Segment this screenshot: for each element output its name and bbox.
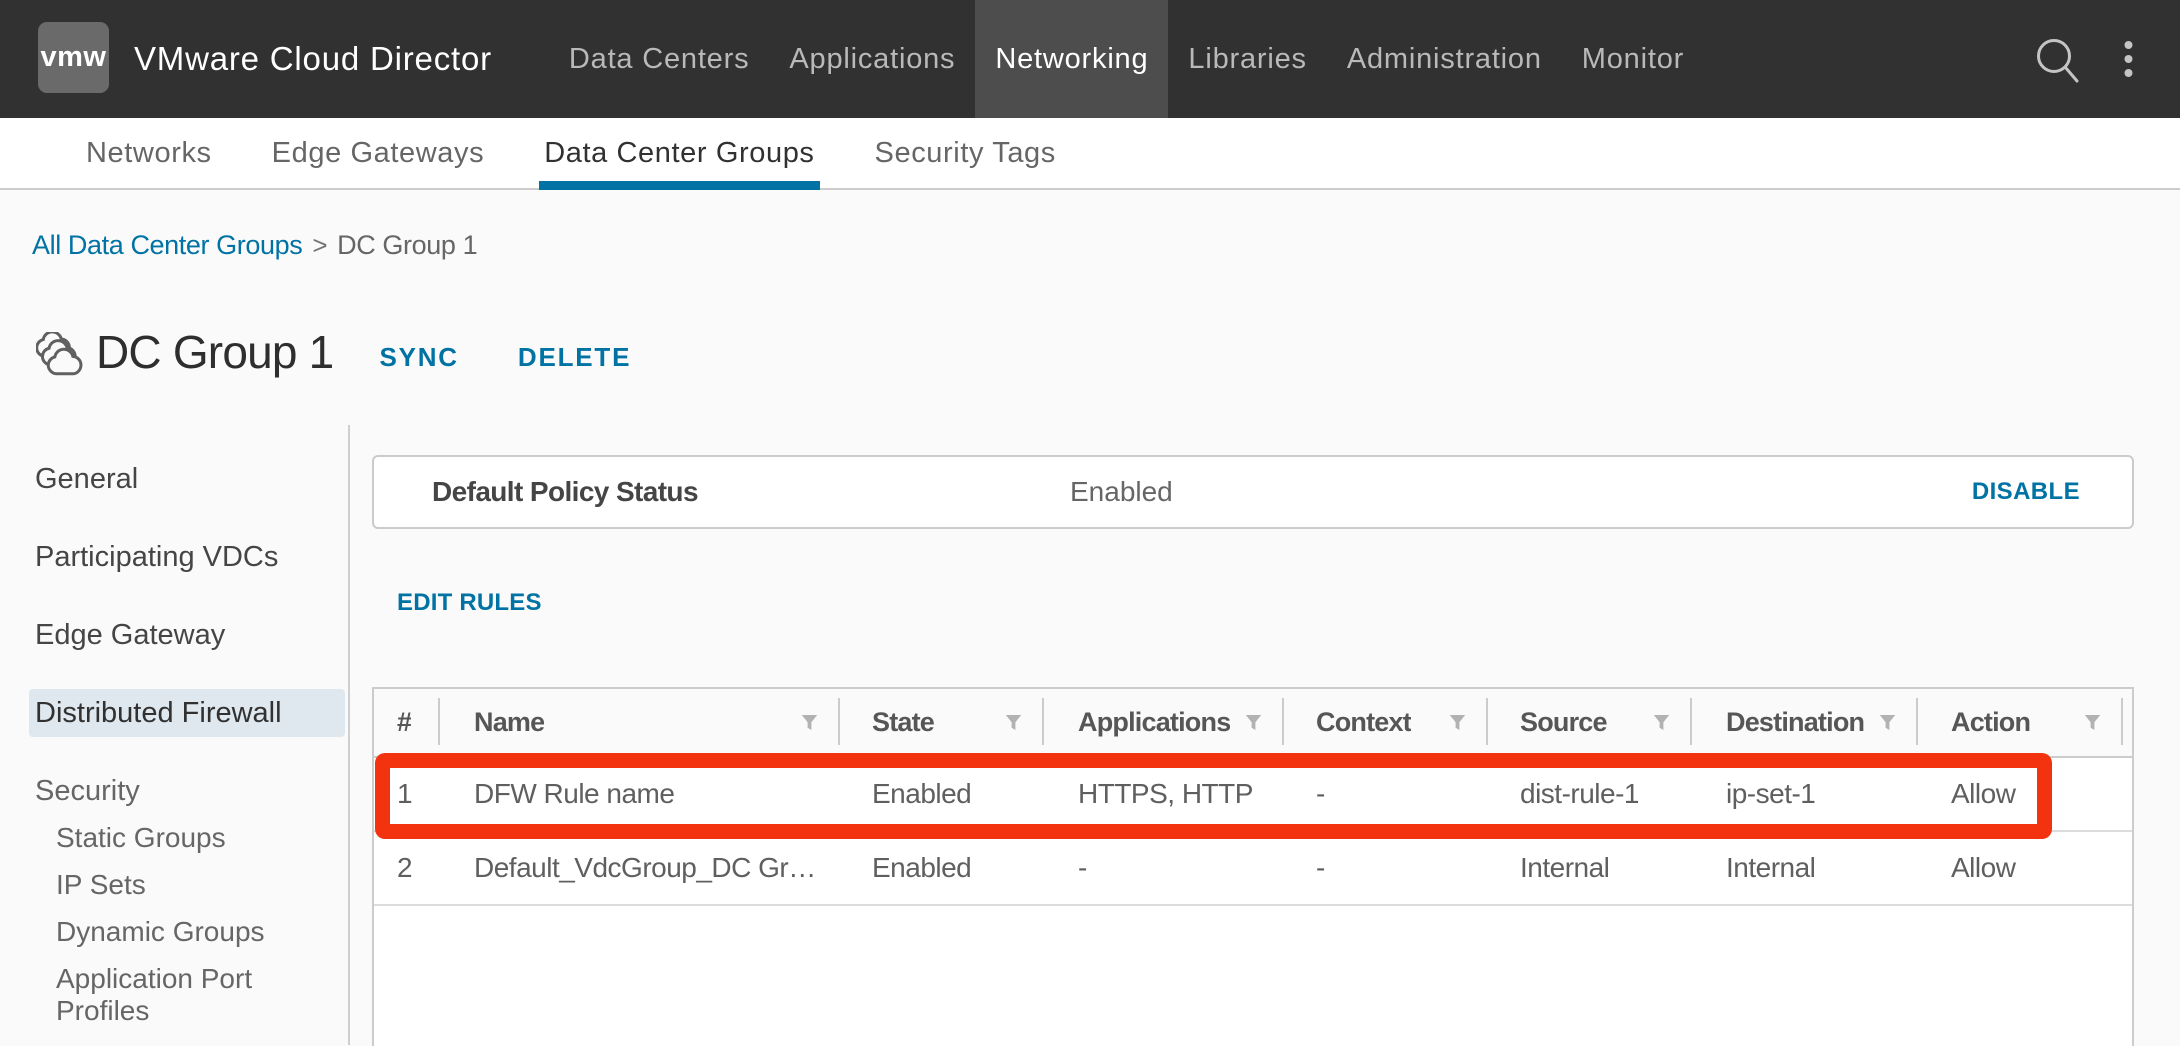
- main-pane: Default Policy Status Enabled DISABLE ED…: [350, 425, 2180, 1045]
- top-header: vmw VMware Cloud Director Data CentersAp…: [0, 0, 2180, 118]
- column-header-action[interactable]: Action: [1918, 689, 2123, 756]
- breadcrumb-separator: >: [312, 230, 327, 261]
- disable-button[interactable]: DISABLE: [1972, 478, 2080, 506]
- filter-funnel-icon[interactable]: [1245, 714, 1262, 732]
- nav-item-data-centers[interactable]: Data Centers: [549, 0, 769, 118]
- tab-edge-gateways[interactable]: Edge Gateways: [267, 118, 490, 188]
- nav-item-networking[interactable]: Networking: [975, 0, 1168, 118]
- cell-num: 2: [374, 832, 440, 904]
- breadcrumb: All Data Center Groups > DC Group 1: [0, 190, 2180, 261]
- cell-context: -: [1284, 758, 1488, 830]
- breadcrumb-current: DC Group 1: [337, 230, 477, 261]
- sidebar-item-participating-vdcs[interactable]: Participating VDCs: [29, 533, 345, 581]
- cell-action: Allow: [1918, 758, 2123, 830]
- cell-applications: -: [1044, 832, 1284, 904]
- secondary-tabbar: Networks Edge Gateways Data Center Groups S…: [0, 118, 2180, 190]
- sidebar-item-ip-sets[interactable]: IP Sets: [29, 862, 286, 909]
- edit-rules-button[interactable]: EDIT RULES: [397, 591, 542, 615]
- cell-source: dist-rule-1: [1488, 758, 1692, 830]
- column-header-destination[interactable]: Destination: [1692, 689, 1918, 756]
- kebab-menu-icon[interactable]: [2114, 34, 2142, 84]
- tab-networks[interactable]: Networks: [81, 118, 217, 188]
- logo-text: vmw: [41, 41, 107, 74]
- side-nav: General Participating VDCs Edge Gateway Dis…: [0, 425, 350, 1045]
- tab-security-tags[interactable]: Security Tags: [870, 118, 1061, 188]
- cell-state: Enabled: [840, 832, 1044, 904]
- sidebar-item-security[interactable]: Security: [29, 767, 345, 815]
- cell-name: DFW Rule name: [440, 758, 840, 830]
- policy-status-label: Default Policy Status: [432, 476, 698, 508]
- filter-funnel-icon[interactable]: [801, 714, 818, 732]
- column-label: State: [872, 707, 934, 738]
- column-label: Source: [1520, 707, 1607, 738]
- vmware-logo-icon[interactable]: vmw: [38, 22, 109, 93]
- filter-funnel-icon[interactable]: [1005, 714, 1022, 732]
- brand-title: VMware Cloud Director: [134, 40, 492, 78]
- clouds-icon: [36, 332, 84, 377]
- nav-item-monitor[interactable]: Monitor: [1562, 0, 1704, 118]
- sync-button[interactable]: SYNC: [379, 342, 458, 373]
- cell-action: Allow: [1918, 832, 2123, 904]
- nav-item-applications[interactable]: Applications: [769, 0, 975, 118]
- tab-data-center-groups[interactable]: Data Center Groups: [539, 118, 819, 188]
- column-label: Action: [1951, 707, 2030, 738]
- column-label: Destination: [1726, 707, 1864, 738]
- column-header-applications[interactable]: Applications: [1044, 689, 1284, 756]
- column-header-[interactable]: #: [374, 689, 440, 756]
- cell-destination: Internal: [1692, 832, 1918, 904]
- column-label: Applications: [1078, 707, 1230, 738]
- cell-source: Internal: [1488, 832, 1692, 904]
- table-row-1[interactable]: 1DFW Rule nameEnabledHTTPS, HTTP-dist-ru…: [374, 758, 2132, 832]
- nav-item-administration[interactable]: Administration: [1327, 0, 1562, 118]
- cell-applications: HTTPS, HTTP: [1044, 758, 1284, 830]
- table-row-2[interactable]: 2Default_VdcGroup_DC Gr…Enabled--Interna…: [374, 832, 2132, 906]
- page-title: DC Group 1: [96, 325, 333, 379]
- column-header-source[interactable]: Source: [1488, 689, 1692, 756]
- primary-nav: Data CentersApplicationsNetworkingLibrar…: [549, 0, 1704, 118]
- column-header-spacer: [2123, 689, 2132, 756]
- sidebar-item-application-port-profiles[interactable]: Application Port Profiles: [29, 956, 286, 1035]
- breadcrumb-link-all-data-center-groups[interactable]: All Data Center Groups: [32, 230, 302, 261]
- cell-state: Enabled: [840, 758, 1044, 830]
- table-body: 1DFW Rule nameEnabledHTTPS, HTTP-dist-ru…: [374, 758, 2132, 906]
- default-policy-card: Default Policy Status Enabled DISABLE: [372, 455, 2134, 529]
- firewall-rules-table: # Name State Applications Context Source Desti…: [372, 687, 2134, 1046]
- column-label: Name: [474, 707, 544, 738]
- cell-name: Default_VdcGroup_DC Gr…: [440, 832, 840, 904]
- nav-item-libraries[interactable]: Libraries: [1168, 0, 1326, 118]
- page-title-row: DC Group 1 SYNC DELETE: [36, 327, 2180, 377]
- sidebar-item-distributed-firewall[interactable]: Distributed Firewall: [29, 689, 345, 737]
- content: All Data Center Groups > DC Group 1 DC G…: [0, 190, 2180, 1046]
- sidebar-item-static-groups[interactable]: Static Groups: [29, 815, 286, 862]
- table-header-row: # Name State Applications Context Source Desti…: [374, 689, 2132, 758]
- sidebar-item-edge-gateway[interactable]: Edge Gateway: [29, 611, 345, 659]
- cell-spacer: [2123, 832, 2132, 904]
- column-header-state[interactable]: State: [840, 689, 1044, 756]
- filter-funnel-icon[interactable]: [2084, 714, 2101, 732]
- body-row: General Participating VDCs Edge Gateway Dis…: [0, 425, 2180, 1045]
- brand: vmw VMware Cloud Director: [38, 0, 492, 118]
- column-label: #: [397, 707, 411, 738]
- cell-context: -: [1284, 832, 1488, 904]
- filter-funnel-icon[interactable]: [1879, 714, 1896, 732]
- filter-funnel-icon[interactable]: [1653, 714, 1670, 732]
- top-actions: [2036, 0, 2180, 118]
- column-header-context[interactable]: Context: [1284, 689, 1488, 756]
- column-header-name[interactable]: Name: [440, 689, 840, 756]
- cell-spacer: [2123, 758, 2132, 830]
- sidebar-item-general[interactable]: General: [29, 455, 345, 503]
- policy-status-value: Enabled: [1070, 476, 1173, 508]
- column-label: Context: [1316, 707, 1411, 738]
- sidebar-item-dynamic-groups[interactable]: Dynamic Groups: [29, 909, 286, 956]
- search-icon[interactable]: [2033, 36, 2079, 86]
- cell-num: 1: [374, 758, 440, 830]
- delete-button[interactable]: DELETE: [518, 342, 631, 373]
- cell-destination: ip-set-1: [1692, 758, 1918, 830]
- filter-funnel-icon[interactable]: [1449, 714, 1466, 732]
